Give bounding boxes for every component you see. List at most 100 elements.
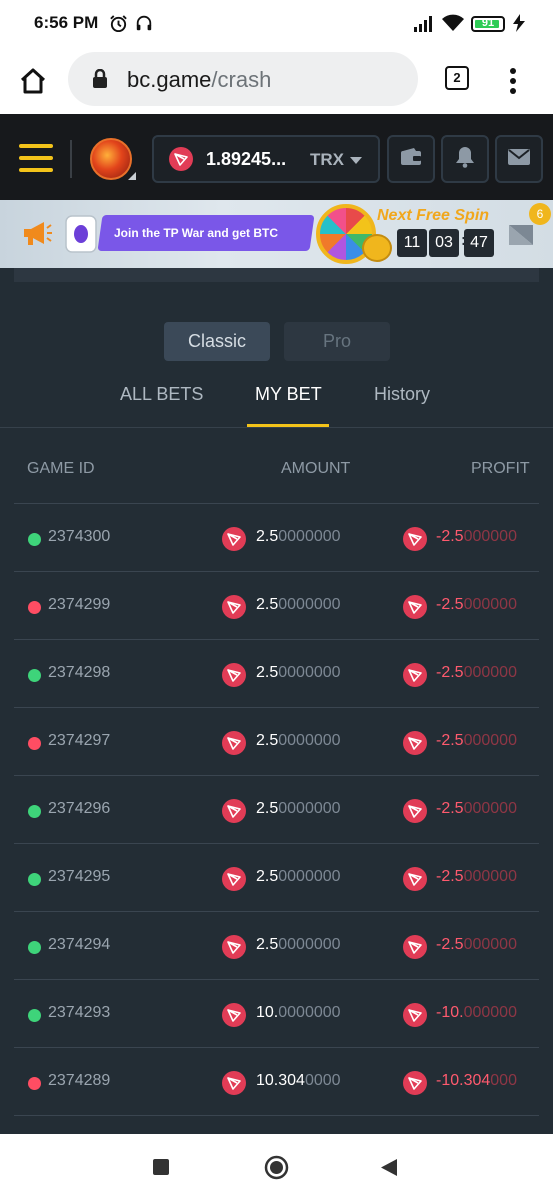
tab-all-bets[interactable]: ALL BETS [120, 384, 203, 405]
trx-icon [169, 147, 193, 171]
messages-button[interactable] [495, 135, 543, 183]
round-status-dot [28, 601, 41, 614]
trx-icon [222, 867, 246, 891]
tab-history[interactable]: History [374, 384, 430, 405]
timer-hours: 11 [397, 229, 427, 257]
alarm-icon [108, 13, 128, 33]
square-icon[interactable] [153, 1159, 169, 1175]
game-id[interactable]: 2374296 [48, 800, 110, 818]
status-bar: 6:56 PM 91 [0, 0, 553, 48]
table-row-partial [14, 1115, 539, 1134]
tabs-divider [0, 427, 553, 428]
trx-icon [222, 1003, 246, 1027]
promo-banner[interactable]: Join the TP War and get BTC Next Free Sp… [0, 200, 553, 268]
bet-amount: 10.0000000 [256, 1004, 341, 1021]
trx-icon [222, 663, 246, 687]
table-row[interactable]: 2374297 2.50000000 -2.5000000 [14, 707, 539, 775]
table-row[interactable]: 2374295 2.50000000 -2.5000000 [14, 843, 539, 911]
more-vert-icon[interactable] [505, 66, 521, 96]
avatar[interactable] [90, 138, 132, 180]
game-id[interactable]: 2374295 [48, 868, 110, 886]
round-status-dot [28, 1009, 41, 1022]
game-id[interactable]: 2374289 [48, 1072, 110, 1090]
bet-amount: 2.50000000 [256, 936, 341, 953]
bet-amount: 10.3040000 [256, 1072, 341, 1089]
bet-amount: 2.50000000 [256, 800, 341, 817]
game-id[interactable]: 2374298 [48, 664, 110, 682]
notification-count-badge: 6 [529, 203, 551, 225]
bet-amount: 2.50000000 [256, 664, 341, 681]
round-status-dot [28, 941, 41, 954]
bet-profit: -2.5000000 [436, 732, 517, 749]
round-status-dot [28, 737, 41, 750]
wallet-button[interactable] [387, 135, 435, 183]
circle-icon[interactable] [264, 1155, 289, 1180]
table-row[interactable]: 2374289 10.3040000 -10.304000 [14, 1047, 539, 1115]
battery-indicator: 91 [471, 16, 505, 32]
header-divider [70, 140, 72, 178]
wallet-icon [400, 147, 422, 171]
headset-icon [134, 13, 154, 33]
site-header: 1.89245... TRX [0, 114, 553, 200]
home-icon[interactable] [18, 66, 48, 96]
round-status-dot [28, 805, 41, 818]
trx-icon [403, 1071, 427, 1095]
trx-icon [403, 663, 427, 687]
address-bar[interactable]: bc.game/crash [68, 52, 418, 106]
browser-toolbar: bc.game/crash 2 [0, 48, 553, 114]
bet-amount: 2.50000000 [256, 868, 341, 885]
bet-profit: -2.5000000 [436, 528, 517, 545]
system-nav-bar [0, 1134, 553, 1200]
classic-mode-button[interactable]: Classic [164, 322, 270, 361]
bet-profit: -2.5000000 [436, 596, 517, 613]
trx-icon [403, 867, 427, 891]
game-id[interactable]: 2374293 [48, 1004, 110, 1022]
wifi-icon [440, 13, 466, 33]
round-status-dot [28, 873, 41, 886]
balance-amount: 1.89245... [206, 149, 287, 169]
triangle-icon[interactable] [380, 1158, 398, 1177]
url-text: bc.game/crash [127, 67, 271, 93]
game-id[interactable]: 2374297 [48, 732, 110, 750]
column-header-game-id: GAME ID [27, 460, 95, 477]
bet-profit: -10.304000 [436, 1072, 517, 1089]
timer-minutes: 03 [429, 229, 459, 257]
timer-seconds: 47 [464, 229, 494, 257]
trx-icon [403, 731, 427, 755]
charging-icon [510, 13, 528, 33]
round-status-dot [28, 533, 41, 546]
bet-amount: 2.50000000 [256, 732, 341, 749]
game-id[interactable]: 2374299 [48, 596, 110, 614]
notifications-button[interactable] [441, 135, 489, 183]
battery-level: 91 [481, 17, 495, 29]
status-time: 6:56 PM [34, 13, 99, 32]
hamburger-menu-button[interactable] [0, 114, 60, 200]
trx-icon [403, 935, 427, 959]
trx-icon [403, 527, 427, 551]
pro-mode-button[interactable]: Pro [284, 322, 390, 361]
game-panel-edge [14, 268, 539, 282]
table-row[interactable]: 2374298 2.50000000 -2.5000000 [14, 639, 539, 707]
coins-icon [362, 234, 392, 262]
spin-title: Next Free Spin [377, 207, 490, 224]
tab-switcher-button[interactable]: 2 [445, 66, 469, 90]
toilet-paper-icon [62, 212, 102, 256]
lock-icon [92, 68, 108, 89]
url-host: bc.game [127, 67, 212, 92]
game-id[interactable]: 2374294 [48, 936, 110, 954]
tab-my-bet[interactable]: MY BET [255, 384, 322, 405]
table-row[interactable]: 2374300 2.50000000 -2.5000000 [14, 503, 539, 571]
table-row[interactable]: 2374294 2.50000000 -2.5000000 [14, 911, 539, 979]
balance-selector[interactable]: 1.89245... TRX [152, 135, 380, 183]
trx-icon [222, 1071, 246, 1095]
game-id[interactable]: 2374300 [48, 528, 110, 546]
round-status-dot [28, 669, 41, 682]
table-row[interactable]: 2374299 2.50000000 -2.5000000 [14, 571, 539, 639]
mail-icon [507, 148, 531, 171]
notice-icon[interactable] [507, 222, 537, 248]
chevron-down-icon [350, 157, 362, 164]
bet-profit: -2.5000000 [436, 936, 517, 953]
table-row[interactable]: 2374296 2.50000000 -2.5000000 [14, 775, 539, 843]
table-row[interactable]: 2374293 10.0000000 -10.000000 [14, 979, 539, 1047]
bet-amount: 2.50000000 [256, 528, 341, 545]
